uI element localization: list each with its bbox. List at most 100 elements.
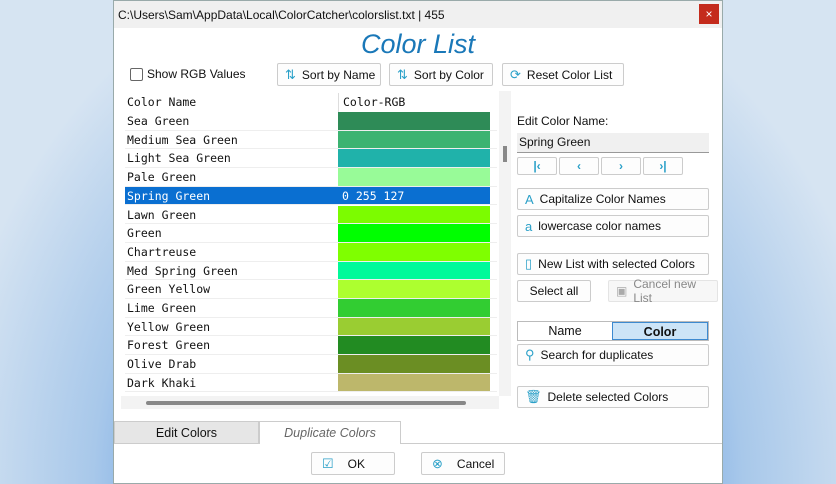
table-row[interactable]: Spring Green 0 255 127 — [125, 186, 497, 206]
label: OK — [347, 456, 365, 471]
sort-icon: ⇅ — [285, 66, 296, 82]
color-name-cell: Olive Drab — [127, 357, 197, 372]
table-row[interactable]: Green — [125, 224, 497, 243]
prev-button[interactable]: ‹ — [559, 157, 599, 175]
close-button[interactable]: × — [699, 4, 719, 24]
color-name-cell: Forest Green — [127, 338, 211, 353]
table-row[interactable]: Lawn Green — [125, 205, 497, 225]
table-row[interactable]: Pale Green — [125, 168, 497, 187]
table-row[interactable]: Chartreuse — [125, 242, 497, 262]
window-title: C:\Users\Sam\AppData\Local\ColorCatcher\… — [118, 7, 445, 22]
header-color-rgb[interactable]: Color-RGB — [338, 93, 490, 112]
color-name-cell: Lawn Green — [127, 207, 197, 222]
color-swatch-cell — [338, 149, 490, 168]
reset-color-list-button[interactable]: ⟳ Reset Color List — [502, 63, 624, 86]
select-all-button[interactable]: Select all — [517, 280, 591, 302]
table-row[interactable]: Green Yellow — [125, 280, 497, 299]
label: Sort by Color — [413, 67, 484, 82]
sort-by-name-button[interactable]: ⇅ Sort by Name — [277, 63, 381, 86]
tab-duplicate-colors[interactable]: Duplicate Colors — [259, 421, 401, 444]
color-swatch-cell — [338, 224, 490, 242]
color-swatch-cell: 0 255 127 — [338, 186, 490, 205]
color-name-cell: Med Spring Green — [127, 263, 238, 278]
title-bar: C:\Users\Sam\AppData\Local\ColorCatcher\… — [114, 1, 722, 28]
label: Cancel — [456, 456, 495, 471]
document-icon: ▯ — [525, 256, 533, 271]
new-list-button[interactable]: ▯ New List with selected Colors — [517, 253, 709, 275]
color-name-cell: Pale Green — [127, 170, 197, 185]
color-swatch-cell — [338, 373, 490, 392]
color-swatch-cell — [338, 317, 490, 336]
search-mode-toggle[interactable]: Name Color — [517, 321, 709, 341]
label: New List with selected Colors — [538, 257, 695, 271]
vertical-scrollbar[interactable] — [499, 91, 511, 396]
table-row[interactable]: Dark Khaki — [125, 373, 497, 393]
app-heading: Color List — [360, 29, 476, 59]
table-row[interactable]: Medium Sea Green — [125, 130, 497, 150]
cancel-button[interactable]: ⊗ Cancel — [421, 452, 505, 475]
checkbox-box[interactable] — [130, 67, 143, 81]
label: Search for duplicates — [540, 348, 654, 362]
table-row[interactable]: Forest Green — [125, 336, 497, 356]
label: Delete selected Colors — [547, 390, 669, 404]
first-button[interactable]: |‹ — [517, 157, 557, 175]
table-row[interactable]: Lime Green — [125, 299, 497, 318]
segment-color[interactable]: Color — [612, 322, 708, 340]
uppercase-a-icon: A — [525, 191, 534, 207]
table-row[interactable]: Med Spring Green — [125, 261, 497, 281]
color-name-cell: Sea Green — [127, 114, 190, 128]
segment-name[interactable]: Name — [518, 322, 612, 340]
horizontal-scrollbar[interactable] — [121, 396, 499, 409]
color-name-cell: Medium Sea Green — [127, 132, 238, 147]
delete-selected-button[interactable]: 🗑 Delete selected Colors — [517, 386, 709, 408]
label: Cancel new List — [633, 277, 697, 305]
show-rgb-checkbox[interactable]: Show RGB Values — [130, 67, 246, 81]
color-name-cell: Dark Khaki — [127, 375, 197, 390]
checkmark-icon: ☑ — [322, 455, 334, 471]
color-name-cell: Lime Green — [127, 301, 197, 315]
color-name-cell: Chartreuse — [127, 244, 197, 259]
last-button[interactable]: ›| — [643, 157, 683, 175]
lowercase-a-icon: a — [525, 218, 533, 234]
label: Reset Color List — [526, 67, 613, 82]
show-rgb-label: Show RGB Values — [147, 67, 246, 81]
scroll-thumb[interactable] — [146, 401, 466, 405]
cancel-new-list-button[interactable]: ▣ Cancel new List — [608, 277, 718, 305]
color-name-cell: Green Yellow — [127, 282, 211, 297]
color-swatch-cell — [338, 168, 490, 186]
sort-by-color-button[interactable]: ⇅ Sort by Color — [389, 63, 493, 86]
color-swatch-cell — [338, 336, 490, 355]
table-row[interactable]: Light Sea Green — [125, 149, 497, 169]
sort-icon: ⇅ — [397, 66, 408, 82]
label: Sort by Name — [301, 67, 376, 82]
tab-edit-colors[interactable]: Edit Colors — [114, 421, 259, 444]
scroll-thumb[interactable] — [503, 146, 507, 162]
color-table[interactable]: Color Name Color-RGB Sea Green Medium Sea… — [121, 91, 511, 411]
color-swatch-cell — [338, 112, 490, 130]
table-row[interactable]: Olive Drab — [125, 355, 497, 374]
color-swatch-cell — [338, 299, 490, 317]
table-row[interactable]: Sea Green — [125, 112, 497, 131]
color-name-cell: Yellow Green — [127, 319, 211, 334]
refresh-icon: ⟳ — [510, 66, 521, 82]
color-swatch-cell — [338, 205, 490, 224]
edit-color-name-input[interactable]: Spring Green — [517, 133, 709, 153]
color-swatch-cell — [338, 130, 490, 149]
trash-icon: 🗑 — [525, 389, 542, 404]
cancel-document-icon: ▣ — [616, 284, 628, 298]
cancel-icon: ⊗ — [432, 455, 443, 471]
capitalize-button[interactable]: A Capitalize Color Names — [517, 188, 709, 210]
ok-button[interactable]: ☑ OK — [311, 452, 395, 475]
color-swatch-cell — [338, 261, 490, 280]
table-header: Color Name Color-RGB — [125, 93, 497, 112]
next-button[interactable]: › — [601, 157, 641, 175]
search-duplicates-button[interactable]: ⚲ Search for duplicates — [517, 344, 709, 366]
search-icon: ⚲ — [525, 347, 535, 362]
color-name-cell: Green — [127, 226, 162, 241]
label: lowercase color names — [538, 219, 661, 233]
header-color-name[interactable]: Color Name — [125, 93, 338, 112]
lowercase-button[interactable]: a lowercase color names — [517, 215, 709, 237]
color-list-window: C:\Users\Sam\AppData\Local\ColorCatcher\… — [113, 0, 723, 484]
table-row[interactable]: Yellow Green — [125, 317, 497, 337]
color-swatch-cell — [338, 280, 490, 298]
